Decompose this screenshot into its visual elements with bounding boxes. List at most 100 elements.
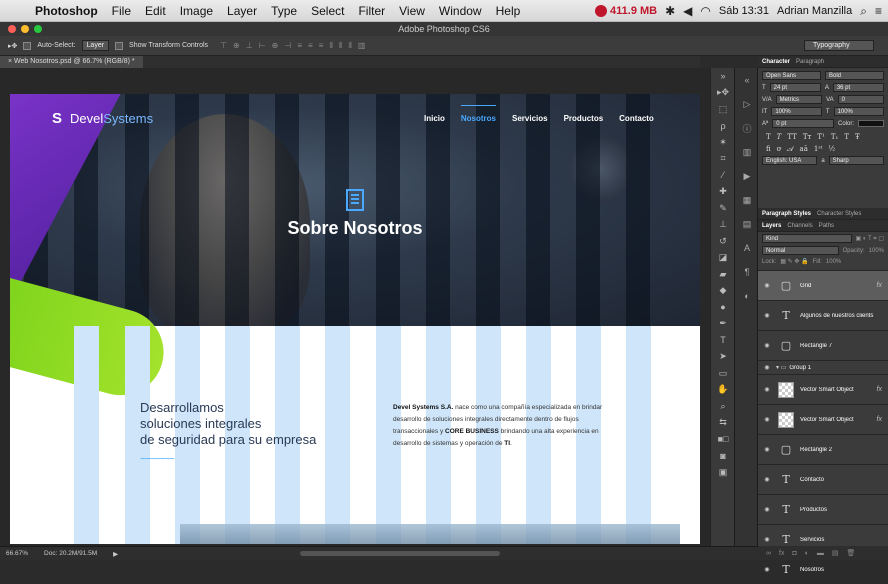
link-layers-icon[interactable]: ∞ — [766, 550, 771, 557]
lock-icons[interactable]: ▦ ✎ ✥ 🔒 — [780, 258, 808, 265]
tab-layers[interactable]: Layers — [762, 223, 781, 229]
hand-tool-icon[interactable]: ✋ — [711, 382, 735, 399]
visibility-eye-icon[interactable]: ◉ — [758, 282, 776, 289]
align-vcenter-icon[interactable]: ⊕ — [233, 41, 240, 51]
tracking-field[interactable]: 0 — [837, 95, 885, 104]
swap-colors-icon[interactable]: ⇆ — [711, 415, 735, 432]
layer-name[interactable]: Servicios — [800, 537, 888, 543]
visibility-eye-icon[interactable]: ◉ — [758, 506, 776, 513]
screen-mode-icon[interactable]: ▣ — [711, 464, 735, 481]
layer-name[interactable]: Rectangle 7 — [800, 343, 888, 349]
opacity-value[interactable]: 100% — [869, 248, 884, 254]
lasso-tool-icon[interactable]: ρ — [711, 118, 735, 135]
minimize-window-button[interactable] — [21, 25, 29, 33]
quick-mask-icon[interactable]: ◙ — [711, 448, 735, 465]
font-size-field[interactable]: 24 pt — [769, 83, 821, 92]
filter-icons[interactable]: ▣ ◐ T ⌗ ▢ — [856, 235, 884, 243]
collapse-icon[interactable]: » — [711, 68, 735, 85]
menu-app[interactable]: Photoshop — [28, 4, 105, 18]
marquee-tool-icon[interactable]: ⬚ — [711, 101, 735, 118]
layer-row[interactable]: ◉ Vector Smart Object fx — [758, 374, 888, 404]
magic-wand-icon[interactable]: ✶ — [711, 134, 735, 151]
superscript-icon[interactable]: T¹ — [817, 133, 824, 141]
align-buttons[interactable]: ⊤ ⊕ ⊥ ⊢ ⊕ ⊣ ≡ ≡ ≡ ⦀ ⦀ ⦀ ▥ — [220, 41, 365, 51]
wifi-icon[interactable]: ◠ — [700, 4, 710, 18]
pen-tool-icon[interactable]: ✒ — [711, 316, 735, 333]
type-tool-icon[interactable]: T — [711, 332, 735, 349]
kerning-field[interactable]: Metrics — [775, 95, 823, 104]
blend-mode-dropdown[interactable]: Normal — [762, 246, 839, 255]
layer-row[interactable]: ◉ T Algunos de nuestros clients — [758, 300, 888, 330]
visibility-eye-icon[interactable]: ◉ — [758, 312, 776, 319]
align-left-icon[interactable]: ⊢ — [259, 41, 266, 51]
folder-icon[interactable]: ▾ ▭ — [776, 364, 786, 371]
menu-help[interactable]: Help — [489, 4, 528, 18]
brush-presets-icon[interactable]: ▦ — [735, 188, 759, 212]
menu-file[interactable]: File — [105, 4, 138, 18]
path-selection-icon[interactable]: ➤ — [711, 349, 735, 366]
language-dropdown[interactable]: English: USA — [762, 156, 818, 165]
healing-brush-icon[interactable]: ✚ — [711, 184, 735, 201]
font-style-dropdown[interactable]: Bold — [825, 71, 884, 80]
properties-icon[interactable]: ▥ — [735, 140, 759, 164]
close-window-button[interactable] — [8, 25, 16, 33]
underline-icon[interactable]: T — [844, 133, 849, 141]
menu-type[interactable]: Type — [264, 4, 304, 18]
layer-row[interactable]: ◉ T Productos — [758, 494, 888, 524]
auto-select-checkbox[interactable] — [23, 41, 32, 50]
document-tab[interactable]: × Web Nosotros.psd @ 66.7% (RGB/8) * — [0, 56, 143, 68]
layer-row[interactable]: ◉ T Contacto — [758, 464, 888, 494]
gradient-tool-icon[interactable]: ▰ — [711, 266, 735, 283]
ordinals-icon[interactable]: 1ˢᵗ — [814, 145, 823, 154]
layer-row[interactable]: ◉ ▢ Rectangle 2 — [758, 434, 888, 464]
brush-tool-icon[interactable]: ✎ — [711, 200, 735, 217]
align-hcenter-icon[interactable]: ⊕ — [272, 41, 279, 51]
paragraph-panel-icon[interactable]: ¶ — [735, 260, 759, 284]
menu-filter[interactable]: Filter — [351, 4, 392, 18]
expand-icon[interactable]: « — [735, 68, 759, 92]
new-group-icon[interactable]: ▬ — [817, 550, 824, 557]
titling-icon[interactable]: aā — [800, 145, 808, 154]
visibility-eye-icon[interactable]: ◉ — [758, 566, 776, 573]
align-right-icon[interactable]: ⊣ — [284, 41, 291, 51]
faux-bold-icon[interactable]: T — [766, 133, 771, 141]
menu-layer[interactable]: Layer — [220, 4, 264, 18]
mask-icon[interactable]: ◘ — [792, 550, 796, 557]
new-layer-icon[interactable]: ▤ — [832, 549, 839, 557]
auto-select-dropdown[interactable]: Layer — [81, 40, 110, 51]
ligature-icon[interactable]: fi — [766, 145, 771, 154]
distribute-top-icon[interactable]: ≡ — [297, 41, 302, 51]
faux-italic-icon[interactable]: T — [777, 133, 782, 141]
layer-name[interactable]: Nosotros — [800, 567, 888, 573]
user-name[interactable]: Adrian Manzilla — [777, 5, 852, 17]
history-brush-icon[interactable]: ↺ — [711, 233, 735, 250]
align-bottom-icon[interactable]: ⊥ — [246, 41, 253, 51]
distribute-bottom-icon[interactable]: ≡ — [319, 41, 324, 51]
fill-value[interactable]: 100% — [826, 259, 841, 265]
document-canvas[interactable]: S DevelSystems Inicio Nosotros Servicios… — [10, 94, 700, 544]
distribute-right-icon[interactable]: ⦀ — [348, 41, 352, 51]
layer-name[interactable]: Vector Smart Object — [800, 387, 877, 393]
layer-fx-icon[interactable]: fx — [877, 386, 882, 393]
layer-row[interactable]: ◉ ▾ ▭ Group 1 — [758, 360, 888, 374]
layer-name[interactable]: Productos — [800, 507, 888, 513]
strikethrough-icon[interactable]: Ŧ — [855, 133, 860, 141]
vertical-scale-field[interactable]: 100% — [771, 107, 822, 116]
notification-list-icon[interactable]: ≡ — [875, 4, 882, 18]
canvas-area[interactable]: S DevelSystems Inicio Nosotros Servicios… — [0, 68, 710, 546]
antialias-dropdown[interactable]: Sharp — [828, 156, 884, 165]
fractions-icon[interactable]: ½ — [828, 145, 835, 154]
leading-field[interactable]: 36 pt — [832, 83, 884, 92]
auto-align-icon[interactable]: ▥ — [358, 41, 366, 51]
fx-icon[interactable]: fx — [779, 550, 784, 557]
zoom-level[interactable]: 66.67% — [6, 550, 28, 557]
move-tool-icon[interactable]: ▸✥ — [8, 42, 17, 50]
horizontal-scrollbar[interactable] — [300, 551, 500, 556]
tab-paragraph-styles[interactable]: Paragraph Styles — [762, 211, 811, 217]
layer-fx-icon[interactable]: fx — [877, 282, 882, 289]
bluetooth-icon[interactable]: ✱ — [665, 4, 675, 18]
layer-name[interactable]: Group 1 — [789, 365, 888, 371]
menu-edit[interactable]: Edit — [138, 4, 173, 18]
character-panel-icon[interactable]: A — [735, 236, 759, 260]
small-caps-icon[interactable]: Tт — [803, 133, 812, 141]
